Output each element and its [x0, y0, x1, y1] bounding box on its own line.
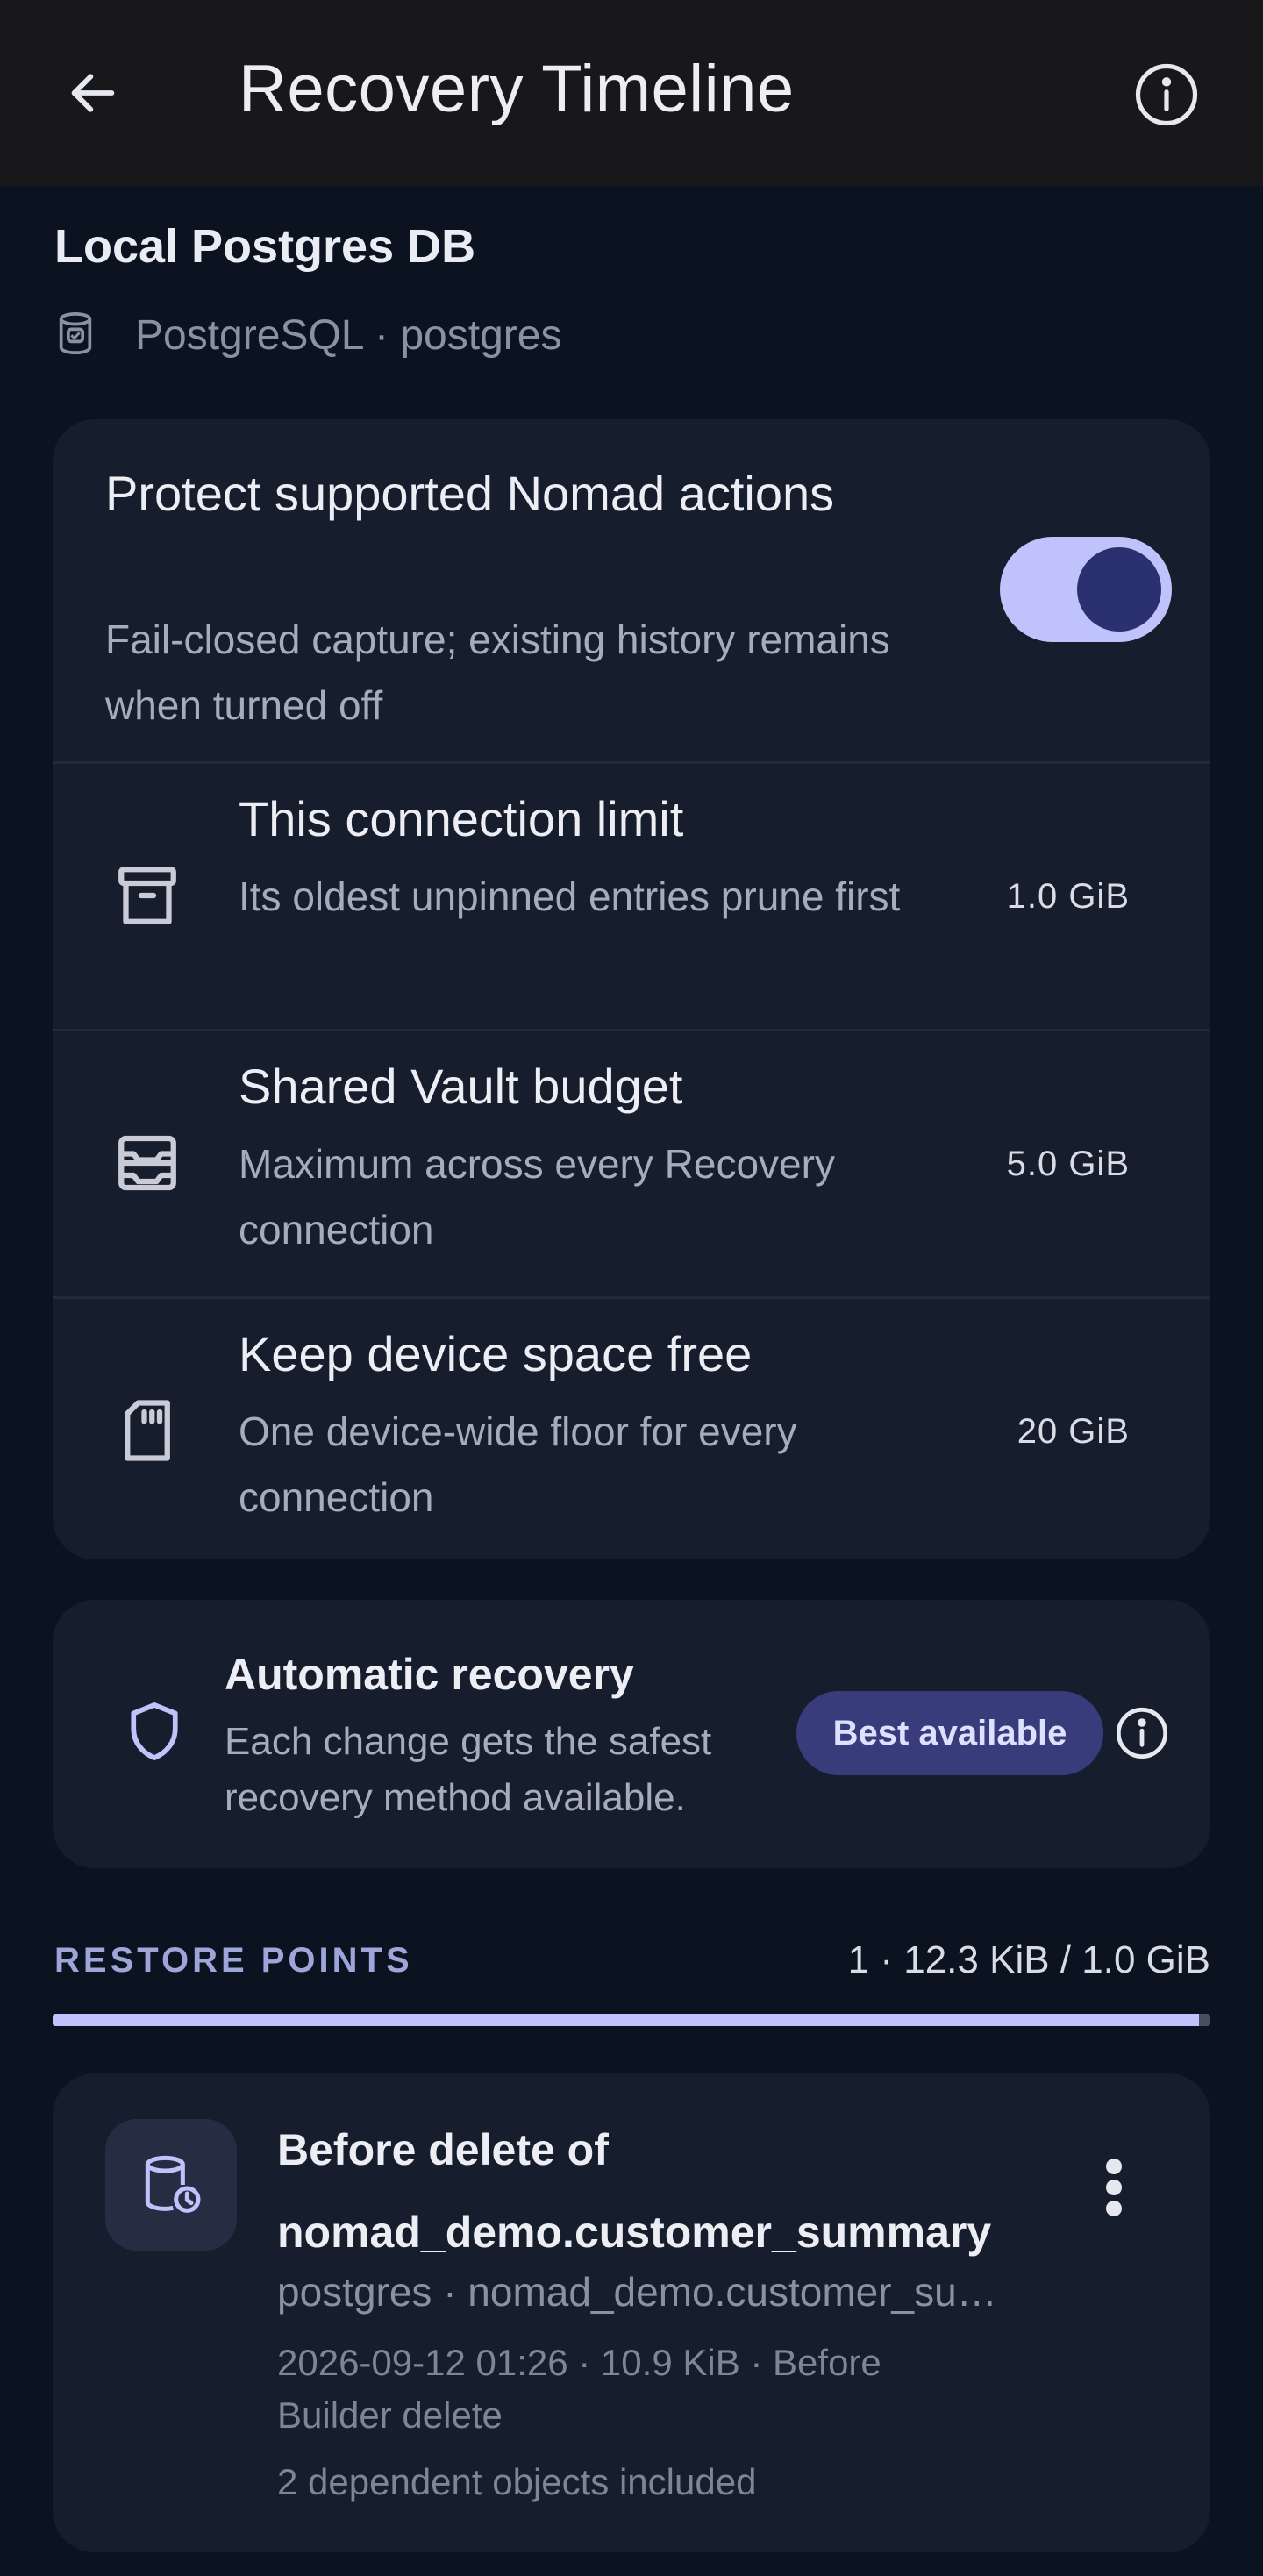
setting-description: One device-wide floor for every connecti… — [239, 1409, 797, 1520]
connection-type: PostgreSQL · postgres — [135, 311, 562, 359]
app-bar: Recovery Timeline — [0, 0, 1263, 186]
automatic-recovery-card: Automatic recovery Each change gets the … — [53, 1600, 1210, 1868]
storage-usage-bar — [53, 2014, 1210, 2026]
archive-icon — [103, 852, 191, 939]
setting-value: 5.0 GiB — [1006, 1144, 1130, 1183]
setting-description: Maximum across every Recovery connection — [239, 1141, 835, 1252]
protect-actions-description: Fail-closed capture; existing history re… — [105, 617, 890, 728]
restore-point-card[interactable]: Before delete of nomad_demo.customer_sum… — [53, 2073, 1210, 2552]
setting-title: Keep device space free — [239, 1326, 753, 1381]
connection-name: Local Postgres DB — [54, 220, 476, 273]
restore-point-details: 2026-09-12 01:26 · 10.9 KiB · Before Bui… — [277, 2342, 881, 2436]
arrow-back-icon[interactable] — [58, 65, 128, 121]
setting-value: 20 GiB — [1017, 1411, 1130, 1451]
setting-title: This connection limit — [239, 791, 684, 846]
setting-description: Its oldest unpinned entries prune first — [239, 874, 901, 919]
shield-icon — [111, 1688, 198, 1775]
database-icon — [51, 309, 100, 362]
connection-subtitle: PostgreSQL · postgres — [51, 307, 561, 363]
restore-point-source: postgres · nomad_demo.customer_su… — [277, 2269, 997, 2315]
protect-actions-title: Protect supported Nomad actions — [105, 466, 835, 521]
setting-value: 1.0 GiB — [1006, 876, 1130, 916]
setting-title: Shared Vault budget — [239, 1059, 683, 1114]
toggle-knob — [1077, 547, 1161, 632]
info-icon[interactable] — [1131, 60, 1202, 130]
automatic-recovery-title: Automatic recovery — [225, 1650, 634, 1699]
connection-limit-row[interactable]: This connection limit Its oldest unpinne… — [53, 764, 1210, 1029]
vault-budget-row[interactable]: Shared Vault budget Maximum across every… — [53, 1031, 1210, 1296]
restore-points-stats: 1 · 12.3 KiB / 1.0 GiB — [847, 1938, 1210, 1981]
page-title: Recovery Timeline — [239, 52, 795, 126]
device-space-row[interactable]: Keep device space free One device-wide f… — [53, 1299, 1210, 1564]
automatic-recovery-description: Each change gets the safest recovery met… — [225, 1720, 712, 1819]
info-icon[interactable] — [1110, 1702, 1174, 1765]
restore-point-title: Before delete of nomad_demo.customer_sum… — [277, 2125, 992, 2257]
restore-points-label: RESTORE POINTS — [54, 1941, 413, 1980]
settings-card: Protect supported Nomad actions Fail-clo… — [53, 419, 1210, 1559]
restore-point-dependents: 2 dependent objects included — [277, 2461, 757, 2502]
storage-usage-fill — [53, 2014, 1199, 2026]
database-clock-icon — [105, 2119, 237, 2251]
more-options-icon[interactable] — [1079, 2135, 1149, 2240]
inbox-tray-icon — [103, 1119, 191, 1207]
best-available-chip[interactable]: Best available — [796, 1691, 1103, 1775]
protect-actions-toggle[interactable] — [1000, 537, 1172, 642]
sd-card-icon — [103, 1387, 191, 1474]
